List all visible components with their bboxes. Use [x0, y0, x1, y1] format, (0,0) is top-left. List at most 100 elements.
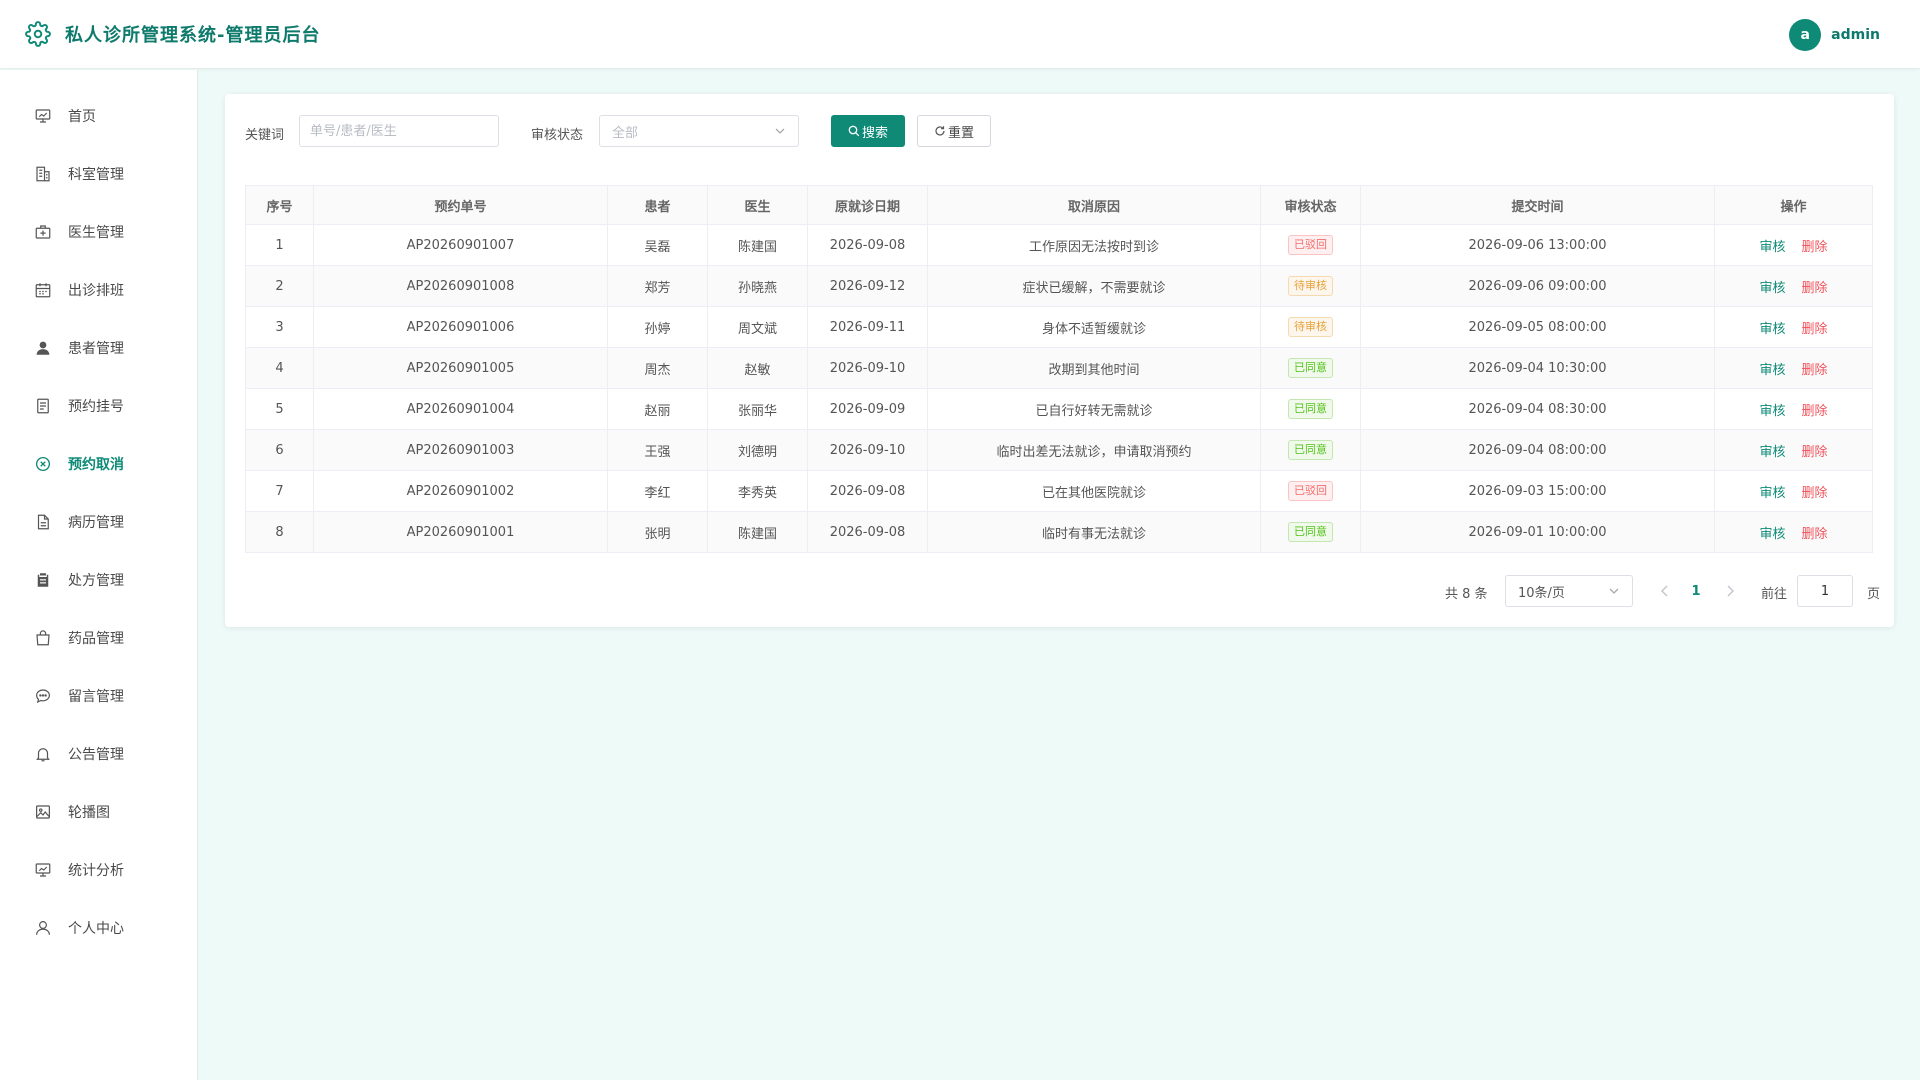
status-select[interactable]: 全部 [599, 115, 799, 147]
delete-button[interactable]: 删除 [1802, 281, 1828, 296]
page-size-select[interactable]: 10条/页 [1505, 575, 1633, 607]
table-cell-patient: 周杰 [607, 347, 708, 389]
file-icon [37, 514, 49, 530]
column-header: 医生 [707, 185, 808, 225]
table-cell-date: 2026-09-08 [807, 511, 928, 553]
sidebar-item-messages[interactable]: 留言管理 [0, 676, 198, 716]
chevron-right-icon[interactable] [1722, 583, 1738, 599]
sidebar-item-announcements[interactable]: 公告管理 [0, 734, 198, 774]
avatar[interactable]: a [1789, 19, 1822, 51]
table-cell-reason: 临时出差无法就诊，申请取消预约 [927, 429, 1261, 471]
table-cell-patient: 赵丽 [607, 388, 708, 430]
sidebar-item-label: 统计分析 [68, 863, 124, 879]
table-cell-no: 5 [245, 388, 314, 430]
delete-button[interactable]: 删除 [1802, 445, 1828, 460]
search-icon [848, 125, 860, 137]
table-cell-no: 7 [245, 470, 314, 512]
sidebar-item-schedule[interactable]: 出诊排班 [0, 270, 198, 310]
table-row: 6 AP20260901003 王强 刘德明 2026-09-10 临时出差无法就诊，申请… [245, 429, 1873, 471]
search-button-label: 搜索 [861, 125, 888, 141]
audit-button[interactable]: 审核 [1759, 527, 1785, 542]
search-button[interactable]: 搜索 [831, 115, 905, 147]
table-cell-actions: 审核 删除 [1714, 470, 1873, 512]
table-cell-actions: 审核 删除 [1714, 306, 1873, 348]
table-row: 4 AP20260901005 周杰 赵敏 2026-09-10 改期到其他时间 已同意 20… [245, 347, 1873, 389]
delete-button[interactable]: 删除 [1802, 363, 1828, 378]
user-menu[interactable]: a admin [1789, 19, 1880, 51]
table-cell-doctor: 李秀英 [707, 470, 808, 512]
sidebar-item-statistics[interactable]: 统计分析 [0, 850, 198, 890]
table-cell-status: 已同意 [1260, 511, 1361, 553]
audit-button[interactable]: 审核 [1759, 445, 1785, 460]
sidebar-item-cancellations[interactable]: 预约取消 [0, 444, 198, 484]
table-cell-no: 8 [245, 511, 314, 553]
table-cell-reason: 已自行好转无需就诊 [927, 388, 1261, 430]
sidebar-item-banners[interactable]: 轮播图 [0, 792, 198, 832]
table-cell-order: AP20260901008 [313, 265, 608, 307]
chevron-left-icon[interactable] [1657, 583, 1673, 599]
table-cell-patient: 王强 [607, 429, 708, 471]
delete-button[interactable]: 删除 [1802, 404, 1828, 419]
status-select-value: 全部 [612, 125, 639, 141]
pagination-total: 共 8 条 [1445, 587, 1488, 602]
username[interactable]: admin [1831, 27, 1880, 43]
table-cell-order: AP20260901003 [313, 429, 608, 471]
brand: 私人诊所管理系统-管理员后台 [25, 21, 320, 47]
sidebar-item-label: 药品管理 [68, 631, 124, 647]
clipboard-icon [37, 573, 49, 587]
delete-button[interactable]: 删除 [1802, 240, 1828, 255]
delete-button[interactable]: 删除 [1802, 322, 1828, 337]
delete-button[interactable]: 删除 [1802, 486, 1828, 501]
sidebar-item-doctors[interactable]: 医生管理 [0, 212, 198, 252]
sidebar-item-appointments[interactable]: 预约挂号 [0, 386, 198, 426]
audit-button[interactable]: 审核 [1759, 281, 1785, 296]
sidebar-item-prescriptions[interactable]: 处方管理 [0, 560, 198, 600]
gear-icon [25, 21, 51, 47]
table-cell-no: 4 [245, 347, 314, 389]
sidebar-item-profile[interactable]: 个人中心 [0, 908, 198, 948]
column-header: 取消原因 [927, 185, 1261, 225]
status-badge: 已同意 [1288, 399, 1333, 419]
sidebar-item-home[interactable]: 首页 [0, 96, 198, 136]
audit-button[interactable]: 审核 [1759, 404, 1785, 419]
table-cell-date: 2026-09-08 [807, 224, 928, 266]
table-cell-reason: 改期到其他时间 [927, 347, 1261, 389]
sidebar-item-medicines[interactable]: 药品管理 [0, 618, 198, 658]
sidebar-item-patients[interactable]: 患者管理 [0, 328, 198, 368]
sidebar-item-label: 预约挂号 [68, 399, 124, 415]
table-cell-date: 2026-09-10 [807, 429, 928, 471]
status-badge: 已同意 [1288, 440, 1333, 460]
table-cell-actions: 审核 删除 [1714, 429, 1873, 471]
table-row: 8 AP20260901001 张明 陈建国 2026-09-08 临时有事无法就诊 已同意… [245, 511, 1873, 553]
sidebar-item-departments[interactable]: 科室管理 [0, 154, 198, 194]
table-header-row: 序号 预约单号 患者 医生 原就诊日期 取消原因 审核状态 提交时间 操作 [245, 185, 1873, 225]
sidebar-item-label: 处方管理 [68, 573, 124, 589]
sidebar-item-records[interactable]: 病历管理 [0, 502, 198, 542]
bell-icon [36, 748, 50, 762]
goto-page-input[interactable] [1797, 575, 1853, 607]
table-cell-date: 2026-09-10 [807, 347, 928, 389]
reset-button[interactable]: 重置 [917, 115, 991, 147]
picture-icon [36, 805, 50, 819]
table-cell-order: AP20260901002 [313, 470, 608, 512]
table-cell-patient: 李红 [607, 470, 708, 512]
page-number-current[interactable]: 1 [1681, 575, 1711, 607]
keyword-input[interactable] [299, 115, 499, 147]
audit-button[interactable]: 审核 [1759, 322, 1785, 337]
status-badge: 待审核 [1288, 276, 1333, 296]
table-cell-no: 2 [245, 265, 314, 307]
sidebar-item-label: 留言管理 [68, 689, 124, 705]
table-cell-patient: 吴磊 [607, 224, 708, 266]
table-cell-patient: 郑芳 [607, 265, 708, 307]
delete-button[interactable]: 删除 [1802, 527, 1828, 542]
audit-button[interactable]: 审核 [1759, 240, 1785, 255]
user-icon [36, 921, 50, 935]
table-cell-time: 2026-09-05 08:00:00 [1360, 306, 1715, 348]
table-cell-date: 2026-09-11 [807, 306, 928, 348]
audit-button[interactable]: 审核 [1759, 486, 1785, 501]
table-cell-reason: 已在其他医院就诊 [927, 470, 1261, 512]
table-row: 2 AP20260901008 郑芳 孙晓燕 2026-09-12 症状已缓解，不需要就诊… [245, 265, 1873, 307]
audit-button[interactable]: 审核 [1759, 363, 1785, 378]
table-cell-order: AP20260901001 [313, 511, 608, 553]
table-cell-status: 已同意 [1260, 388, 1361, 430]
